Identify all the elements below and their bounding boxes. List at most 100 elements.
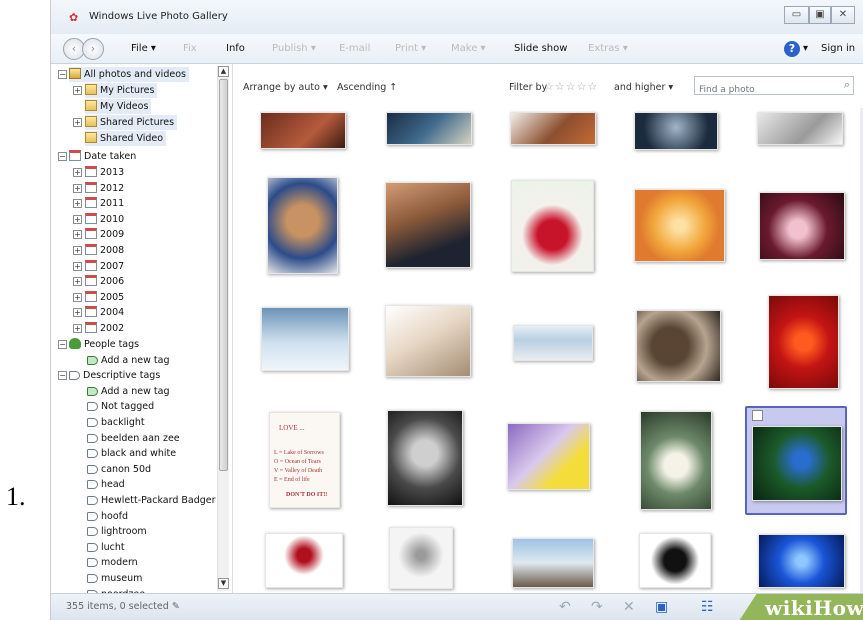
tree-my-pictures[interactable]: My Pictures [85,83,158,98]
thumb-tattoo[interactable] [385,182,471,268]
thumb-row0-3[interactable] [510,112,596,145]
expand-icon[interactable]: + [73,277,82,287]
forward-button[interactable]: › [82,38,104,60]
tree-year-2008[interactable]: 2008 [85,243,124,258]
thumb-peach-rose[interactable] [634,189,725,262]
star-rating-filter[interactable]: ☆☆☆☆☆ [544,80,598,93]
close-button[interactable]: ✕ [831,6,855,24]
help-icon[interactable]: ? [784,41,800,57]
maximize-button[interactable]: ▣ [809,6,831,24]
details-view-icon[interactable]: ☷ [701,599,714,615]
expand-icon[interactable]: + [73,199,82,209]
thumb-pink-roses[interactable] [759,192,845,260]
tree-year-2002[interactable]: 2002 [85,321,124,336]
thumb-red-hearts[interactable] [768,295,839,389]
menu-info[interactable]: Info [226,43,245,54]
menu-extras[interactable]: Extras ▾ [588,43,628,54]
expand-icon[interactable]: + [73,261,82,271]
thumb-pelicans[interactable] [261,307,349,371]
menu-print[interactable]: Print ▾ [395,43,426,54]
thumb-elephants[interactable] [512,538,594,588]
thumb-monkey-bear[interactable] [636,310,721,382]
tree-tag[interactable]: lightroom [87,524,147,539]
menu-file[interactable]: File ▾ [131,43,156,54]
tree-tag[interactable]: museum [87,571,142,586]
thumb-red-rose-white[interactable] [265,533,343,588]
tree-year-2007[interactable]: 2007 [85,259,124,274]
menu-fix[interactable]: Fix [183,43,197,54]
scroll-up-icon[interactable]: ▲ [218,66,229,77]
tree-people-add-tag[interactable]: Add a new tag [87,353,170,368]
expand-icon[interactable]: + [73,292,82,302]
menu-publish[interactable]: Publish ▾ [272,43,316,54]
search-box[interactable]: ⌕ [694,76,854,99]
expand-icon[interactable]: + [73,183,82,193]
tree-year-2013[interactable]: 2013 [85,165,124,180]
sidebar-scroll-thumb[interactable] [219,79,228,471]
tree-tag[interactable]: hoofd [87,509,128,524]
tree-tag[interactable]: modern [87,555,138,570]
thumb-child-bw[interactable] [387,410,463,506]
expand-icon[interactable]: + [73,118,82,127]
collapse-icon[interactable]: − [58,340,67,349]
search-input[interactable] [695,81,835,99]
thumb-beach-sit[interactable] [385,305,471,377]
tree-tag[interactable]: canon 50d [87,462,151,477]
tree-tag[interactable]: Hewlett-Packard Badger [87,493,216,508]
tree-people-tags[interactable]: People tags [69,337,139,352]
tree-shared-video[interactable]: Shared Video [85,131,167,146]
tree-tag[interactable]: lucht [87,540,125,555]
tree-date-taken[interactable]: Date taken [69,149,136,164]
tree-tag[interactable]: backlight [87,415,145,430]
tree-not-tagged[interactable]: Not tagged [87,399,154,414]
thumb-banknote[interactable] [513,325,593,361]
sign-in-link[interactable]: Sign in [821,43,855,54]
expand-icon[interactable]: + [73,86,82,95]
tree-tag[interactable]: beelden aan zee [87,431,180,446]
sidebar-scrollbar[interactable]: ▲ ▼ [217,66,229,591]
tree-tag[interactable]: head [87,477,125,492]
expand-icon[interactable]: + [73,324,82,333]
thumb-blue-rose[interactable] [758,534,845,588]
tree-descriptive-tags[interactable]: Descriptive tags [69,368,160,383]
minimize-button[interactable]: ▭ [784,6,809,24]
rating-dropdown[interactable]: and higher ▾ [614,82,673,93]
expand-icon[interactable]: + [73,246,82,255]
thumb-white-rose[interactable] [640,411,712,510]
expand-icon[interactable]: + [73,214,82,224]
collapse-icon[interactable]: − [58,152,67,161]
rotate-left-icon[interactable]: ↶ [559,599,571,615]
expand-icon[interactable]: + [73,308,82,318]
menu-make[interactable]: Make ▾ [451,43,486,54]
thumb-blue-jay[interactable] [752,426,842,501]
thumb-dog-toy[interactable] [267,177,338,274]
selection-checkbox[interactable] [752,410,763,421]
slideshow-icon[interactable]: ▣ [655,599,668,615]
tree-all-photos[interactable]: All photos and videos [69,67,189,82]
tree-shared-pictures[interactable]: Shared Pictures [85,115,178,130]
tree-year-2011[interactable]: 2011 [85,196,124,211]
scroll-down-icon[interactable]: ▼ [218,578,229,589]
thumb-sketch-man[interactable] [389,527,453,589]
thumb-row0-4[interactable] [634,112,718,150]
search-icon[interactable]: ⌕ [844,78,850,92]
ascending-toggle[interactable]: Ascending ↑ [337,82,397,93]
collapse-icon[interactable]: − [58,70,67,79]
tree-year-2006[interactable]: 2006 [85,274,124,289]
tree-year-2004[interactable]: 2004 [85,305,124,320]
thumb-row0-1[interactable] [260,112,346,149]
help-dropdown-icon[interactable]: ▾ [803,43,808,54]
tree-year-2005[interactable]: 2005 [85,290,124,305]
tree-year-2010[interactable]: 2010 [85,212,124,227]
tree-year-2009[interactable]: 2009 [85,227,124,242]
thumb-good-morning[interactable] [507,423,590,490]
thumb-black-rose[interactable] [639,533,711,588]
thumb-row0-2[interactable] [386,112,472,145]
expand-icon[interactable]: + [73,230,82,240]
tree-descriptive-add-tag[interactable]: Add a new tag [87,384,170,399]
menu-email[interactable]: E-mail [339,43,370,54]
tree-year-2012[interactable]: 2012 [85,181,124,196]
arrange-dropdown[interactable]: Arrange by auto ▾ [243,82,328,93]
expand-icon[interactable]: + [73,168,82,177]
thumb-red-rose-card[interactable] [511,180,594,272]
